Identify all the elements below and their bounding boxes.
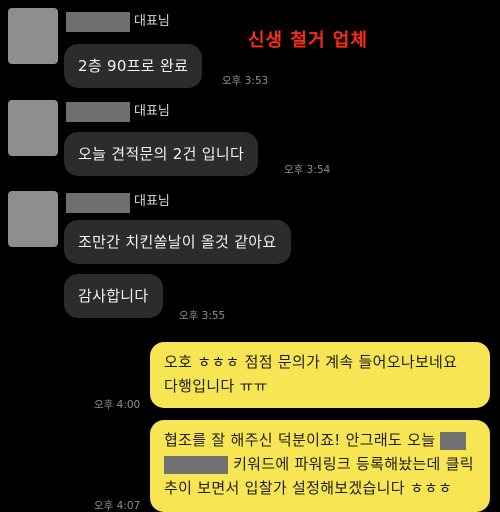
message-text: 오호 ㅎㅎㅎ 점점 문의가 계속 들어오나보네요 [164, 353, 458, 371]
message-bubble[interactable]: 협조를 잘 해주신 덕분이죠! 안그래도 오늘 키워드에 파워링크 등록해놨는데… [150, 420, 490, 512]
avatar[interactable] [8, 100, 58, 156]
message-text: 다행입니다 ㅠㅠ [164, 377, 268, 395]
keyword-redaction [440, 431, 467, 450]
message-time: 오후 3:53 [222, 75, 269, 87]
message-text: 추이 보면서 입찰가 설정해보겠습니다 ㅎㅎㅎ [164, 479, 453, 497]
message-text: 오늘 견적문의 2건 입니다 [78, 145, 245, 163]
message-bubble[interactable]: 오호 ㅎㅎㅎ 점점 문의가 계속 들어오나보네요 다행입니다 ㅠㅠ [150, 342, 490, 408]
message-bubble[interactable]: 조만간 치킨쏠날이 올것 같아요 [64, 220, 291, 264]
sender-name: 대표님 [134, 194, 170, 209]
name-redaction [66, 102, 130, 122]
message-line: 협조를 잘 해주신 덕분이죠! 안그래도 오늘 [164, 428, 476, 452]
avatar[interactable] [8, 8, 58, 64]
keyword-redaction [164, 455, 228, 474]
name-redaction [66, 193, 130, 213]
message-text: 감사합니다 [78, 287, 149, 305]
sender-name: 대표님 [134, 104, 170, 119]
message-text: 키워드에 파워링크 등록해놨는데 클릭 [233, 455, 474, 473]
message-bubble[interactable]: 감사합니다 [64, 274, 163, 318]
overlay-title: 신생 철거 업체 [248, 30, 368, 51]
message-line: 키워드에 파워링크 등록해놨는데 클릭 [164, 452, 476, 476]
message-time: 오후 3:55 [179, 310, 226, 322]
message-text: 협조를 잘 해주신 덕분이죠! 안그래도 오늘 [164, 431, 436, 449]
message-time: 오후 4:00 [94, 399, 141, 411]
avatar[interactable] [8, 191, 58, 247]
message-text: 조만간 치킨쏠날이 올것 같아요 [78, 233, 277, 251]
message-time: 오후 3:54 [284, 164, 331, 176]
sender-name: 대표님 [134, 14, 170, 29]
chat-window: 신생 철거 업체 대표님 2층 90프로 완료 오후 3:53 대표님 오늘 견… [0, 0, 500, 512]
message-bubble[interactable]: 2층 90프로 완료 [64, 44, 203, 88]
name-redaction [66, 12, 130, 32]
message-time: 오후 4:07 [94, 500, 141, 512]
message-bubble[interactable]: 오늘 견적문의 2건 입니다 [64, 132, 259, 176]
message-text: 2층 90프로 완료 [78, 57, 189, 75]
